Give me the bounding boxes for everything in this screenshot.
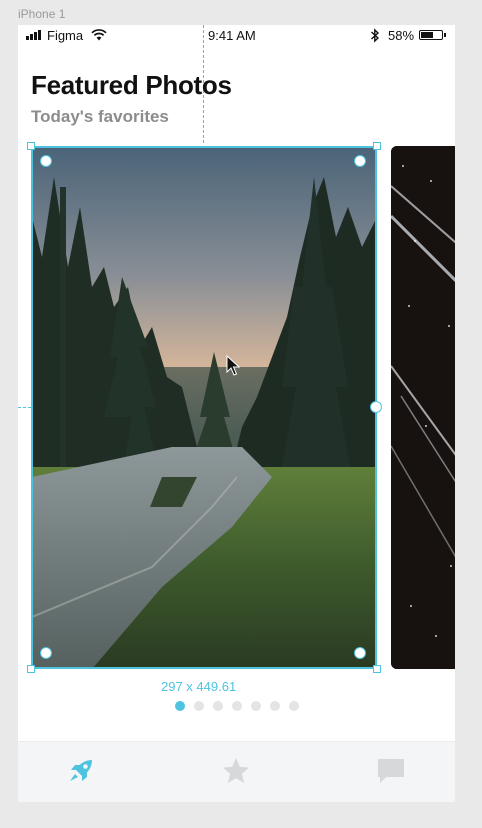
chat-icon[interactable]: [374, 754, 408, 788]
iphone-frame[interactable]: Figma 9:41 AM 58% Featured Photos Today'…: [18, 25, 455, 802]
resize-corner-top-left[interactable]: [27, 142, 35, 150]
page-dot[interactable]: [175, 701, 185, 711]
page-dot[interactable]: [289, 701, 299, 711]
next-photo-card[interactable]: [391, 146, 455, 669]
battery-cap: [444, 33, 446, 37]
resize-corner-top-right[interactable]: [373, 142, 381, 150]
forest-river-photo: [32, 147, 377, 669]
wifi-icon: [91, 29, 107, 41]
bluetooth-icon: [371, 28, 380, 43]
carrier-name: Figma: [47, 28, 84, 43]
page-dot[interactable]: [194, 701, 204, 711]
status-time: 9:41 AM: [208, 28, 256, 43]
resize-corner-bottom-left[interactable]: [27, 665, 35, 673]
page-subtitle[interactable]: Today's favorites: [31, 107, 169, 127]
page-dot[interactable]: [232, 701, 242, 711]
page-dot[interactable]: [270, 701, 280, 711]
page-dot[interactable]: [251, 701, 261, 711]
featured-photo-card[interactable]: [32, 147, 377, 669]
status-bar: Figma 9:41 AM 58%: [18, 25, 455, 47]
page-indicator[interactable]: [175, 701, 299, 711]
resize-handle-right[interactable]: [370, 401, 382, 413]
radius-handle-bottom-right[interactable]: [354, 647, 366, 659]
selection-dimensions: 297 x 449.61: [161, 679, 237, 694]
battery-level: [421, 32, 433, 38]
star-icon[interactable]: [219, 754, 253, 788]
horizontal-guide-line: [18, 407, 31, 408]
battery-icon: [419, 30, 446, 40]
radius-handle-top-left[interactable]: [40, 155, 52, 167]
page-title[interactable]: Featured Photos: [31, 70, 232, 101]
page-dot[interactable]: [213, 701, 223, 711]
signal-icon: [26, 30, 41, 40]
frame-label[interactable]: iPhone 1: [18, 7, 65, 21]
radius-handle-top-right[interactable]: [354, 155, 366, 167]
radius-handle-bottom-left[interactable]: [40, 647, 52, 659]
rocket-icon[interactable]: [65, 754, 99, 788]
mouse-cursor-icon: [226, 355, 240, 376]
tab-bar: [18, 741, 455, 802]
battery-percent: 58%: [388, 28, 415, 43]
night-sky-photo: [391, 146, 455, 669]
resize-corner-bottom-right[interactable]: [373, 665, 381, 673]
